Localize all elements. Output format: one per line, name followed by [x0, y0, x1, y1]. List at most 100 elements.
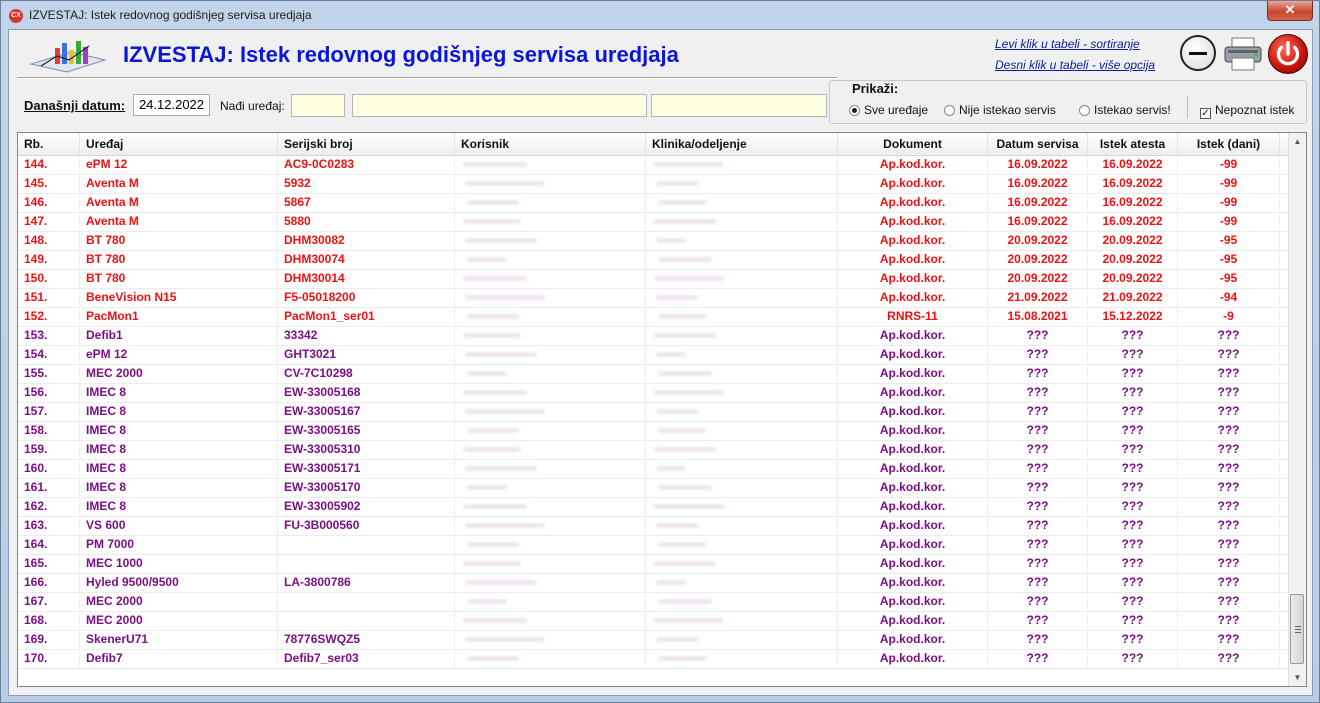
column-header[interactable]: Dokument: [838, 133, 988, 155]
table-header: Rb. Uređaj Serijski broj Korisnik Klinika/od…: [18, 133, 1288, 156]
table-row[interactable]: 160. IMEC 8 EW-33005171 Ap.kod.kor.????????…: [18, 459, 1288, 479]
redacted-blur: [465, 352, 537, 357]
window-close-button[interactable]: ✕: [1267, 1, 1313, 21]
column-header[interactable]: Korisnik: [455, 133, 646, 155]
table-row[interactable]: 154. ePM 12 GHT3021 Ap.kod.kor.?????????: [18, 345, 1288, 365]
table-cell-doc: Ap.kod.kor.: [838, 345, 988, 364]
column-header[interactable]: Uređaj: [80, 133, 278, 155]
vertical-scrollbar[interactable]: ▲ ▼: [1288, 133, 1306, 686]
table-cell-clinic-redacted: [646, 383, 838, 402]
table-row[interactable]: 149. BT 780 DHM30074 Ap.kod.kor. 20.09.2022 2…: [18, 250, 1288, 270]
sort-hint-link[interactable]: Levi klik u tabeli - sortiranje: [995, 37, 1140, 51]
table-cell-rb: 146.: [18, 193, 80, 212]
table-cell-service: ???: [988, 478, 1088, 497]
table-row[interactable]: 159. IMEC 8 EW-33005310 Ap.kod.kor.????????…: [18, 440, 1288, 460]
table-cell-rb: 152.: [18, 307, 80, 326]
column-header[interactable]: Serijski broj: [278, 133, 455, 155]
table-row[interactable]: 152. PacMon1 PacMon1_ser01 RNRS-11 15.08.202…: [18, 307, 1288, 327]
table-row[interactable]: 170. Defib7 Defib7_ser03 Ap.kod.kor.???????…: [18, 649, 1288, 669]
table-cell-device: Aventa M: [80, 193, 278, 212]
table-cell-user-redacted: [455, 611, 646, 630]
power-icon[interactable]: [1268, 34, 1308, 74]
table-row[interactable]: 157. IMEC 8 EW-33005167 Ap.kod.kor.????????…: [18, 402, 1288, 422]
radio-not-expired-label: Nije istekao servis: [959, 103, 1056, 117]
radio-expired[interactable]: Istekao servis!: [1079, 103, 1171, 117]
options-hint-link[interactable]: Desni klik u tabeli - više opcija: [995, 58, 1155, 72]
scroll-down-icon[interactable]: ▼: [1289, 669, 1306, 686]
table-cell-user-redacted: [455, 155, 646, 174]
table-cell-expiry: ???: [1088, 364, 1178, 383]
radio-all-devices[interactable]: Sve uređaje: [849, 103, 928, 117]
column-header[interactable]: Rb.: [18, 133, 80, 155]
table-row[interactable]: 163. VS 600 FU-3B000560 Ap.kod.kor.????????…: [18, 516, 1288, 536]
table-cell-device: IMEC 8: [80, 402, 278, 421]
table-cell-clinic-redacted: [646, 592, 838, 611]
table-row[interactable]: 164. PM 7000 Ap.kod.kor.?????????: [18, 535, 1288, 555]
search-field-serial[interactable]: [651, 94, 827, 117]
table-row[interactable]: 145. Aventa M 5932 Ap.kod.kor. 16.09.2022 16.…: [18, 174, 1288, 194]
table-cell-expiry: 16.09.2022: [1088, 193, 1178, 212]
table-row[interactable]: 144. ePM 12 AC9-0C0283 Ap.kod.kor. 16.09.202…: [18, 155, 1288, 175]
table-row[interactable]: 169. SkenerU71 78776SWQZ5 Ap.kod.kor.??????…: [18, 630, 1288, 650]
table-cell-rb: 164.: [18, 535, 80, 554]
table-cell-serial: EW-33005170: [278, 478, 455, 497]
table-row[interactable]: 167. MEC 2000 Ap.kod.kor.?????????: [18, 592, 1288, 612]
table-cell-days: ???: [1178, 573, 1280, 592]
table-row[interactable]: 148. BT 780 DHM30082 Ap.kod.kor. 20.09.2022 2…: [18, 231, 1288, 251]
scroll-thumb[interactable]: [1290, 594, 1304, 664]
redacted-blur: [654, 447, 716, 452]
table-cell-serial: PacMon1_ser01: [278, 307, 455, 326]
column-header[interactable]: Istek (dani): [1178, 133, 1280, 155]
search-field-number[interactable]: [291, 94, 345, 117]
printer-icon[interactable]: [1222, 36, 1264, 72]
minimize-icon[interactable]: [1180, 35, 1216, 71]
table-row[interactable]: 165. MEC 1000 Ap.kod.kor.?????????: [18, 554, 1288, 574]
table-cell-serial: EW-33005171: [278, 459, 455, 478]
radio-dot: [944, 105, 955, 116]
table-cell-clinic-redacted: [646, 516, 838, 535]
table-row[interactable]: 161. IMEC 8 EW-33005170 Ap.kod.kor.????????…: [18, 478, 1288, 498]
table-cell-expiry: ???: [1088, 611, 1178, 630]
table-cell-expiry: 20.09.2022: [1088, 231, 1178, 250]
devices-table[interactable]: Rb. Uređaj Serijski broj Korisnik Klinika/od…: [17, 132, 1307, 687]
table-row[interactable]: 150. BT 780 DHM30014 Ap.kod.kor. 20.09.2022 2…: [18, 269, 1288, 289]
redacted-blur: [656, 352, 686, 357]
column-header[interactable]: Klinika/odeljenje: [646, 133, 838, 155]
search-field-device[interactable]: [352, 94, 647, 117]
table-row[interactable]: 151. BeneVision N15 F5-05018200 Ap.kod.kor.…: [18, 288, 1288, 308]
table-cell-rb: 157.: [18, 402, 80, 421]
table-cell-device: ePM 12: [80, 155, 278, 174]
today-date-field: 24.12.2022: [133, 94, 210, 116]
filter-legend: Prikaži:: [850, 81, 901, 96]
table-cell-device: Aventa M: [80, 212, 278, 231]
checkbox-check-icon: ✓: [1200, 108, 1211, 119]
table-cell-device: Defib1: [80, 326, 278, 345]
title-bar[interactable]: CX IZVESTAJ: Istek redovnog godišnjeg se…: [1, 1, 1319, 29]
table-cell-days: ???: [1178, 478, 1280, 497]
table-cell-serial: LA-3800786: [278, 573, 455, 592]
table-row[interactable]: 146. Aventa M 5867 Ap.kod.kor. 16.09.2022 16.…: [18, 193, 1288, 213]
column-header[interactable]: Datum servisa: [988, 133, 1088, 155]
table-cell-user-redacted: [455, 554, 646, 573]
table-cell-user-redacted: [455, 288, 646, 307]
table-row[interactable]: 156. IMEC 8 EW-33005168 Ap.kod.kor.????????…: [18, 383, 1288, 403]
table-cell-user-redacted: [455, 592, 646, 611]
column-header[interactable]: Istek atesta: [1088, 133, 1178, 155]
table-row[interactable]: 147. Aventa M 5880 Ap.kod.kor. 16.09.2022 16.…: [18, 212, 1288, 232]
radio-not-expired[interactable]: Nije istekao servis: [944, 103, 1056, 117]
table-row[interactable]: 153. Defib1 33342 Ap.kod.kor.?????????: [18, 326, 1288, 346]
table-cell-device: IMEC 8: [80, 497, 278, 516]
table-cell-doc: Ap.kod.kor.: [838, 459, 988, 478]
table-cell-user-redacted: [455, 174, 646, 193]
unknown-expiry-checkbox[interactable]: ✓ Nepoznat istek: [1200, 103, 1294, 119]
table-row[interactable]: 168. MEC 2000 Ap.kod.kor.?????????: [18, 611, 1288, 631]
table-row[interactable]: 158. IMEC 8 EW-33005165 Ap.kod.kor.????????…: [18, 421, 1288, 441]
table-row[interactable]: 166. Hyled 9500/9500 LA-3800786 Ap.kod.kor.…: [18, 573, 1288, 593]
table-row[interactable]: 162. IMEC 8 EW-33005902 Ap.kod.kor.????????…: [18, 497, 1288, 517]
table-cell-days: ???: [1178, 649, 1280, 668]
table-row[interactable]: 155. MEC 2000 CV-7C10298 Ap.kod.kor.???????…: [18, 364, 1288, 384]
table-cell-device: IMEC 8: [80, 459, 278, 478]
table-cell-rb: 162.: [18, 497, 80, 516]
scroll-up-icon[interactable]: ▲: [1289, 133, 1306, 150]
table-cell-days: ???: [1178, 535, 1280, 554]
